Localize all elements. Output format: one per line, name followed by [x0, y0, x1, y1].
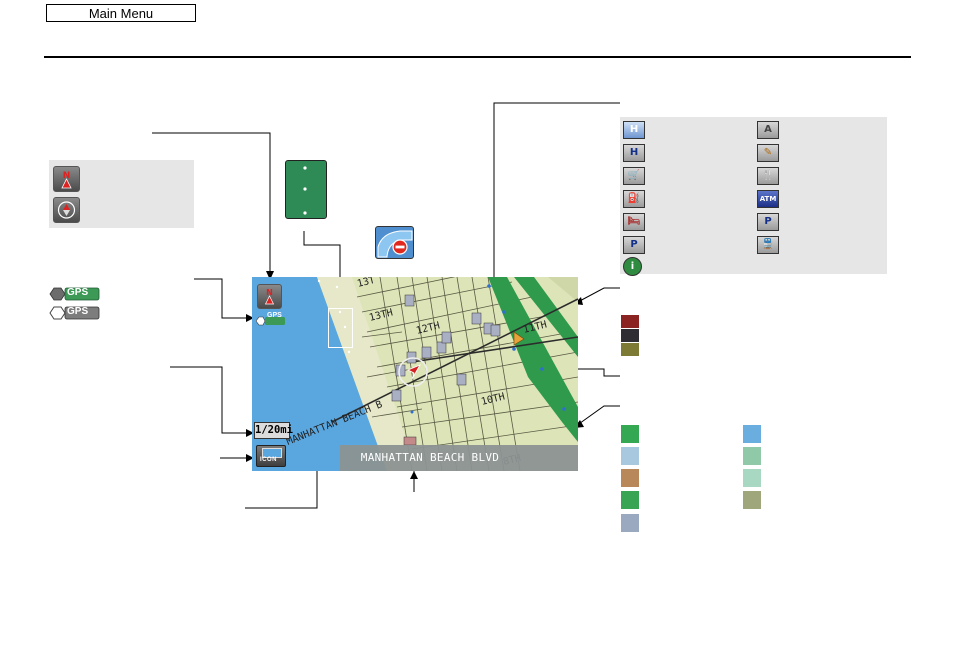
school-icon: ✎ — [757, 144, 779, 162]
hotel-icon: 🛏 — [623, 213, 645, 231]
orientation-legend-panel: N — [49, 160, 194, 228]
current-street-name: MANHATTAN BEACH BLVD — [360, 451, 500, 464]
restaurant-icon: 🍴 — [757, 167, 779, 185]
hospital-icon: H — [623, 144, 645, 162]
gps-status-icon: GPS — [255, 312, 286, 326]
area-color-swatch-6 — [743, 469, 761, 487]
area-color-swatch-5 — [621, 469, 639, 487]
road-color-swatch-2 — [621, 329, 639, 342]
area-color-swatch-4 — [743, 447, 761, 465]
honda-dealer-icon: H — [623, 121, 645, 139]
icon-display-button[interactable]: ICON — [256, 445, 286, 467]
area-color-swatch-2 — [743, 425, 761, 443]
area-color-swatch-7 — [621, 491, 639, 509]
gps-strong-label: GPS — [67, 287, 89, 298]
information-icon: i — [623, 257, 642, 276]
gps-weak-indicator: GPS — [49, 306, 101, 320]
train-icon: 🚆 — [757, 236, 779, 254]
north-up-icon: N — [53, 166, 80, 192]
navigation-map[interactable]: 13T 13TH 12TH 11TH 10TH 8TH MANHATTAN BE… — [252, 277, 578, 471]
landmark-legend-panel: H A H ✎ 🛒 🍴 ⛽ ATM 🛏 P P 🚆 i — [620, 117, 887, 276]
icon-button-label: ICON — [260, 457, 277, 463]
heading-up-icon — [53, 197, 80, 223]
route-off-icon — [375, 226, 414, 259]
area-color-swatch-1 — [621, 425, 639, 443]
map-orientation-button[interactable]: N — [257, 284, 282, 309]
acura-dealer-icon: A — [757, 121, 779, 139]
area-color-swatch-9 — [621, 514, 639, 532]
parking-icon: P — [757, 213, 779, 231]
map-scale[interactable]: 1/20mi — [254, 422, 293, 439]
gps-status-label: GPS — [267, 312, 282, 319]
current-street-bar: MANHATTAN BEACH BLVD — [340, 445, 578, 471]
shopping-icon: 🛒 — [623, 167, 645, 185]
gps-strong-indicator: GPS — [49, 287, 101, 301]
road-color-swatch-1 — [621, 315, 639, 328]
parking-garage-icon: P — [623, 236, 645, 254]
atm-icon: ATM — [757, 190, 779, 208]
park-highlight-box — [328, 308, 353, 348]
gps-weak-label: GPS — [67, 306, 89, 317]
park-inset — [285, 160, 327, 219]
area-color-swatch-8 — [743, 491, 761, 509]
gas-station-icon: ⛽ — [623, 190, 645, 208]
map-canvas: 13T 13TH 12TH 11TH 10TH 8TH MANHATTAN BE… — [252, 277, 578, 471]
area-color-swatch-3 — [621, 447, 639, 465]
road-color-swatch-3 — [621, 343, 639, 356]
